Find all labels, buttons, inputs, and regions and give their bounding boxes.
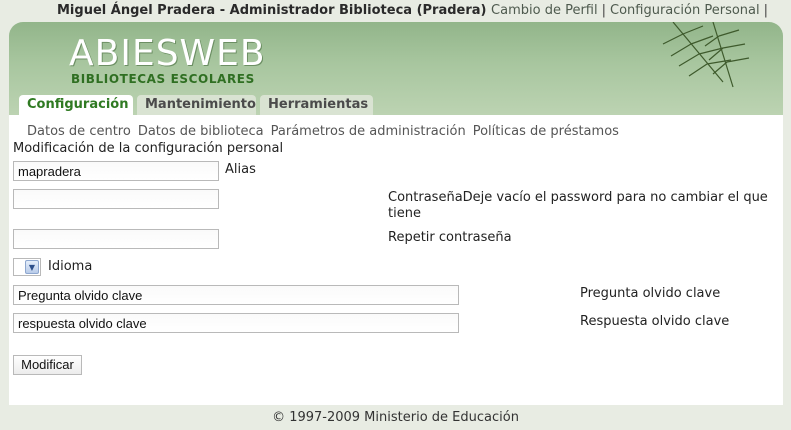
separator: | bbox=[601, 3, 606, 18]
language-select[interactable]: ▼ bbox=[13, 258, 41, 276]
subnav-parametros[interactable]: Parámetros de administración bbox=[271, 124, 466, 139]
sub-navigation: Datos de centro Datos de biblioteca Paráme… bbox=[27, 124, 626, 139]
alias-input[interactable]: mapradera bbox=[13, 161, 219, 181]
tab-herramientas[interactable]: Herramientas bbox=[260, 95, 373, 115]
subnav-datos-biblioteca[interactable]: Datos de biblioteca bbox=[138, 124, 264, 139]
answer-label: Respuesta olvido clave bbox=[580, 314, 730, 329]
chevron-down-icon: ▼ bbox=[25, 260, 39, 274]
profile-change-link[interactable]: Cambio de Perfil bbox=[491, 3, 598, 18]
password-label: ContraseñaDeje vacío el password para no… bbox=[388, 190, 768, 205]
language-label: Idioma bbox=[48, 259, 93, 274]
user-name: Miguel Ángel Pradera - Administrador Bib… bbox=[57, 3, 487, 18]
tab-configuracion[interactable]: Configuración bbox=[19, 95, 133, 115]
tab-mantenimiento[interactable]: Mantenimiento bbox=[137, 95, 256, 115]
repeat-password-label: Repetir contraseña bbox=[388, 230, 512, 245]
repeat-password-input[interactable] bbox=[13, 229, 219, 249]
subnav-politicas[interactable]: Políticas de préstamos bbox=[473, 124, 619, 139]
question-input[interactable]: Pregunta olvido clave bbox=[13, 285, 459, 305]
logo-subtitle: BIBLIOTECAS ESCOLARES bbox=[71, 72, 255, 86]
form-title: Modificación de la configuración persona… bbox=[13, 141, 284, 156]
alias-label: Alias bbox=[225, 162, 256, 177]
modify-button[interactable]: Modificar bbox=[13, 355, 82, 375]
answer-input[interactable]: respuesta olvido clave bbox=[13, 313, 459, 333]
question-label: Pregunta olvido clave bbox=[580, 286, 721, 301]
logo-title: ABIESWEB bbox=[69, 33, 266, 74]
footer-copyright: © 1997-2009 Ministerio de Educación bbox=[272, 410, 519, 425]
top-links: Cambio de Perfil | Configuración Personal | bbox=[491, 3, 772, 18]
password-input[interactable] bbox=[13, 189, 219, 209]
password-label-continued: tiene bbox=[388, 206, 421, 221]
personal-config-link[interactable]: Configuración Personal bbox=[610, 3, 760, 18]
subnav-datos-centro[interactable]: Datos de centro bbox=[27, 124, 131, 139]
top-bar: Miguel Ángel Pradera - Administrador Bib… bbox=[0, 0, 791, 22]
separator: | bbox=[763, 3, 768, 18]
pine-branch-icon bbox=[662, 22, 750, 88]
main-content: Datos de centro Datos de biblioteca Paráme… bbox=[9, 115, 783, 405]
